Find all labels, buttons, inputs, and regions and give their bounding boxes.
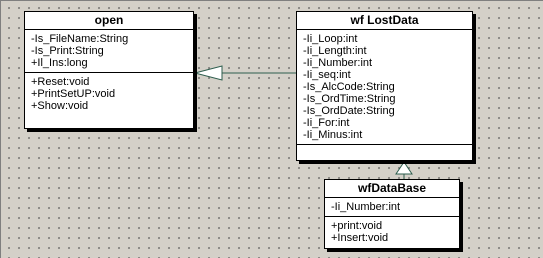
diagram-canvas[interactable]: open -Is_FileName:String -Is_Print:Strin…	[0, 0, 543, 258]
class-wf-lostdata-operations	[297, 145, 472, 151]
class-wfdatabase[interactable]: wfDataBase -Ii_Number:int +print:void +I…	[324, 179, 460, 249]
attribute: -Is_OrdTime:String	[303, 93, 396, 105]
class-open[interactable]: open -Is_FileName:String -Is_Print:Strin…	[24, 11, 194, 129]
attribute: -Ii_For:int	[303, 117, 350, 129]
class-wfdatabase-name: wfDataBase	[325, 180, 459, 198]
attribute: -Ii_Minus:int	[303, 129, 363, 141]
attribute: -Ii_Length:int	[303, 45, 367, 57]
class-wf-lostdata[interactable]: wf LostData -Ii_Loop:int -Ii_Length:int …	[296, 11, 473, 161]
class-wf-lostdata-name: wf LostData	[297, 12, 472, 30]
attribute: -Ii_Number:int	[331, 201, 401, 213]
attribute: -Is_Print:String	[31, 45, 104, 57]
attribute: +Il_Ins:long	[31, 57, 88, 69]
operation: +PrintSetUP:void	[31, 88, 116, 100]
attribute: -Ii_seq:int	[303, 69, 351, 81]
class-wfdatabase-attributes: -Ii_Number:int	[325, 198, 459, 217]
operation: +Show:void	[31, 100, 89, 112]
class-wf-lostdata-attributes: -Ii_Loop:int -Ii_Length:int -Ii_Number:i…	[297, 30, 472, 145]
class-wfdatabase-operations: +print:void +Insert:void	[325, 217, 459, 247]
inheritance-arrowhead-lostdata	[395, 161, 413, 175]
attribute: -Is_AlcCode:String	[303, 81, 395, 93]
operation: +Insert:void	[331, 232, 389, 244]
class-open-attributes: -Is_FileName:String -Is_Print:String +Il…	[25, 30, 193, 73]
class-open-name: open	[25, 12, 193, 30]
operation: +Reset:void	[31, 76, 90, 88]
attribute: -Ii_Loop:int	[303, 33, 358, 45]
attribute: -Is_OrdDate:String	[303, 105, 395, 117]
inheritance-arrowhead-open	[193, 65, 223, 81]
attribute: -Is_FileName:String	[31, 33, 129, 45]
class-open-operations: +Reset:void +PrintSetUP:void +Show:void	[25, 73, 193, 115]
attribute: -Ii_Number:int	[303, 57, 373, 69]
operation: +print:void	[331, 220, 383, 232]
